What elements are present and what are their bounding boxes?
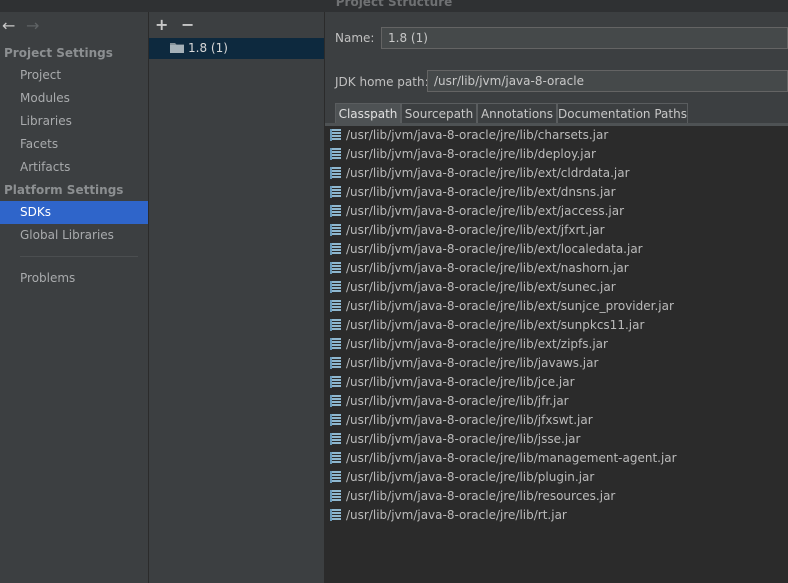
sdk-list-item[interactable]: 1.8 (1) (149, 38, 324, 59)
classpath-entry: /usr/lib/jvm/java-8-oracle/jre/lib/javaw… (346, 356, 599, 370)
remove-sdk-button[interactable]: − (181, 15, 194, 34)
list-item[interactable]: /usr/lib/jvm/java-8-oracle/jre/lib/plugi… (325, 468, 788, 487)
nav-item-project[interactable]: Project (0, 64, 148, 87)
classpath-entry: /usr/lib/jvm/java-8-oracle/jre/lib/chars… (346, 128, 609, 142)
classpath-entry: /usr/lib/jvm/java-8-oracle/jre/lib/ext/n… (346, 261, 629, 275)
classpath-entry: /usr/lib/jvm/java-8-oracle/jre/lib/ext/s… (346, 318, 645, 332)
jar-icon (330, 452, 341, 464)
jar-icon (330, 509, 341, 521)
arrow-right-icon[interactable]: → (26, 16, 39, 35)
classpath-entry: /usr/lib/jvm/java-8-oracle/jre/lib/ext/d… (346, 185, 616, 199)
nav-item-libraries[interactable]: Libraries (0, 110, 148, 133)
list-item[interactable]: /usr/lib/jvm/java-8-oracle/jre/lib/ext/s… (325, 278, 788, 297)
jar-icon (330, 395, 341, 407)
jar-icon (330, 262, 341, 274)
title-bar: Project Structure (0, 0, 788, 12)
list-item[interactable]: /usr/lib/jvm/java-8-oracle/jre/lib/ext/l… (325, 240, 788, 259)
jar-icon (330, 433, 341, 445)
list-item[interactable]: /usr/lib/jvm/java-8-oracle/jre/lib/ext/d… (325, 183, 788, 202)
classpath-entry: /usr/lib/jvm/java-8-oracle/jre/lib/resou… (346, 489, 616, 503)
classpath-entry: /usr/lib/jvm/java-8-oracle/jre/lib/ext/c… (346, 166, 630, 180)
list-item[interactable]: /usr/lib/jvm/java-8-oracle/jre/lib/ext/s… (325, 316, 788, 335)
settings-nav: ← → Project Settings Project Modules Lib… (0, 12, 149, 583)
jar-icon (330, 167, 341, 179)
nav-item-global-libraries[interactable]: Global Libraries (0, 224, 148, 247)
classpath-entry: /usr/lib/jvm/java-8-oracle/jre/lib/ext/l… (346, 242, 643, 256)
list-item[interactable]: /usr/lib/jvm/java-8-oracle/jre/lib/rt.ja… (325, 506, 788, 525)
section-project-settings: Project Settings (4, 46, 113, 60)
tab-classpath[interactable]: Classpath (335, 103, 401, 125)
sdk-details-panel: Name: 1.8 (1) JDK home path: /usr/lib/jv… (325, 12, 788, 583)
nav-history-bar: ← → (0, 12, 148, 42)
jar-icon (330, 281, 341, 293)
nav-item-problems[interactable]: Problems (0, 267, 148, 290)
classpath-entry: /usr/lib/jvm/java-8-oracle/jre/lib/ext/s… (346, 280, 616, 294)
list-item[interactable]: /usr/lib/jvm/java-8-oracle/jre/lib/deplo… (325, 145, 788, 164)
classpath-entry: /usr/lib/jvm/java-8-oracle/jre/lib/ext/j… (346, 223, 605, 237)
sdk-list-panel: + − 1.8 (1) (149, 12, 325, 583)
tab-annotations[interactable]: Annotations (477, 103, 557, 125)
classpath-entry: /usr/lib/jvm/java-8-oracle/jre/lib/ext/z… (346, 337, 608, 351)
jar-icon (330, 414, 341, 426)
list-item[interactable]: /usr/lib/jvm/java-8-oracle/jre/lib/ext/n… (325, 259, 788, 278)
nav-item-artifacts[interactable]: Artifacts (0, 156, 148, 179)
classpath-entry: /usr/lib/jvm/java-8-oracle/jre/lib/jce.j… (346, 375, 575, 389)
list-item[interactable]: /usr/lib/jvm/java-8-oracle/jre/lib/ext/z… (325, 335, 788, 354)
jar-icon (330, 490, 341, 502)
section-platform-settings: Platform Settings (4, 183, 124, 197)
list-item[interactable]: /usr/lib/jvm/java-8-oracle/jre/lib/ext/c… (325, 164, 788, 183)
jar-icon (330, 376, 341, 388)
add-sdk-button[interactable]: + (155, 15, 168, 34)
list-item[interactable]: /usr/lib/jvm/java-8-oracle/jre/lib/javaw… (325, 354, 788, 373)
nav-divider (20, 256, 138, 257)
list-item[interactable]: /usr/lib/jvm/java-8-oracle/jre/lib/jfr.j… (325, 392, 788, 411)
classpath-entry: /usr/lib/jvm/java-8-oracle/jre/lib/jfxsw… (346, 413, 593, 427)
list-item[interactable]: /usr/lib/jvm/java-8-oracle/jre/lib/ext/s… (325, 297, 788, 316)
classpath-entry: /usr/lib/jvm/java-8-oracle/jre/lib/manag… (346, 451, 677, 465)
nav-item-facets[interactable]: Facets (0, 133, 148, 156)
list-item[interactable]: /usr/lib/jvm/java-8-oracle/jre/lib/manag… (325, 449, 788, 468)
folder-icon (170, 43, 184, 53)
arrow-left-icon[interactable]: ← (2, 16, 15, 35)
tab-sourcepath[interactable]: Sourcepath (401, 103, 477, 125)
name-field[interactable]: 1.8 (1) (381, 27, 788, 49)
jar-icon (330, 186, 341, 198)
jar-icon (330, 357, 341, 369)
tab-documentation-paths[interactable]: Documentation Paths (557, 103, 688, 125)
sdk-label: 1.8 (1) (188, 41, 228, 55)
classpath-list[interactable]: /usr/lib/jvm/java-8-oracle/jre/lib/chars… (325, 126, 788, 583)
jar-icon (330, 300, 341, 312)
jdk-home-path-field[interactable]: /usr/lib/jvm/java-8-oracle (427, 70, 788, 92)
classpath-entry: /usr/lib/jvm/java-8-oracle/jre/lib/jsse.… (346, 432, 581, 446)
jar-icon (330, 224, 341, 236)
jar-icon (330, 338, 341, 350)
list-item[interactable]: /usr/lib/jvm/java-8-oracle/jre/lib/ext/j… (325, 202, 788, 221)
classpath-entry: /usr/lib/jvm/java-8-oracle/jre/lib/deplo… (346, 147, 596, 161)
list-item[interactable]: /usr/lib/jvm/java-8-oracle/jre/lib/jsse.… (325, 430, 788, 449)
nav-item-sdks[interactable]: SDKs (0, 201, 148, 224)
list-item[interactable]: /usr/lib/jvm/java-8-oracle/jre/lib/jfxsw… (325, 411, 788, 430)
classpath-entry: /usr/lib/jvm/java-8-oracle/jre/lib/ext/s… (346, 299, 674, 313)
jar-icon (330, 148, 341, 160)
nav-item-modules[interactable]: Modules (0, 87, 148, 110)
jar-icon (330, 205, 341, 217)
classpath-entry: /usr/lib/jvm/java-8-oracle/jre/lib/ext/j… (346, 204, 625, 218)
list-item[interactable]: /usr/lib/jvm/java-8-oracle/jre/lib/resou… (325, 487, 788, 506)
jar-icon (330, 243, 341, 255)
name-label: Name: (335, 31, 375, 45)
jar-icon (330, 319, 341, 331)
jar-icon (330, 471, 341, 483)
window-title: Project Structure (335, 0, 453, 9)
jdk-home-path-label: JDK home path: (335, 75, 429, 89)
classpath-entry: /usr/lib/jvm/java-8-oracle/jre/lib/plugi… (346, 470, 595, 484)
jar-icon (330, 129, 341, 141)
sdk-toolbar: + − (149, 12, 324, 39)
list-item[interactable]: /usr/lib/jvm/java-8-oracle/jre/lib/ext/j… (325, 221, 788, 240)
classpath-entry: /usr/lib/jvm/java-8-oracle/jre/lib/rt.ja… (346, 508, 567, 522)
classpath-entry: /usr/lib/jvm/java-8-oracle/jre/lib/jfr.j… (346, 394, 569, 408)
list-item[interactable]: /usr/lib/jvm/java-8-oracle/jre/lib/chars… (325, 126, 788, 145)
list-item[interactable]: /usr/lib/jvm/java-8-oracle/jre/lib/jce.j… (325, 373, 788, 392)
